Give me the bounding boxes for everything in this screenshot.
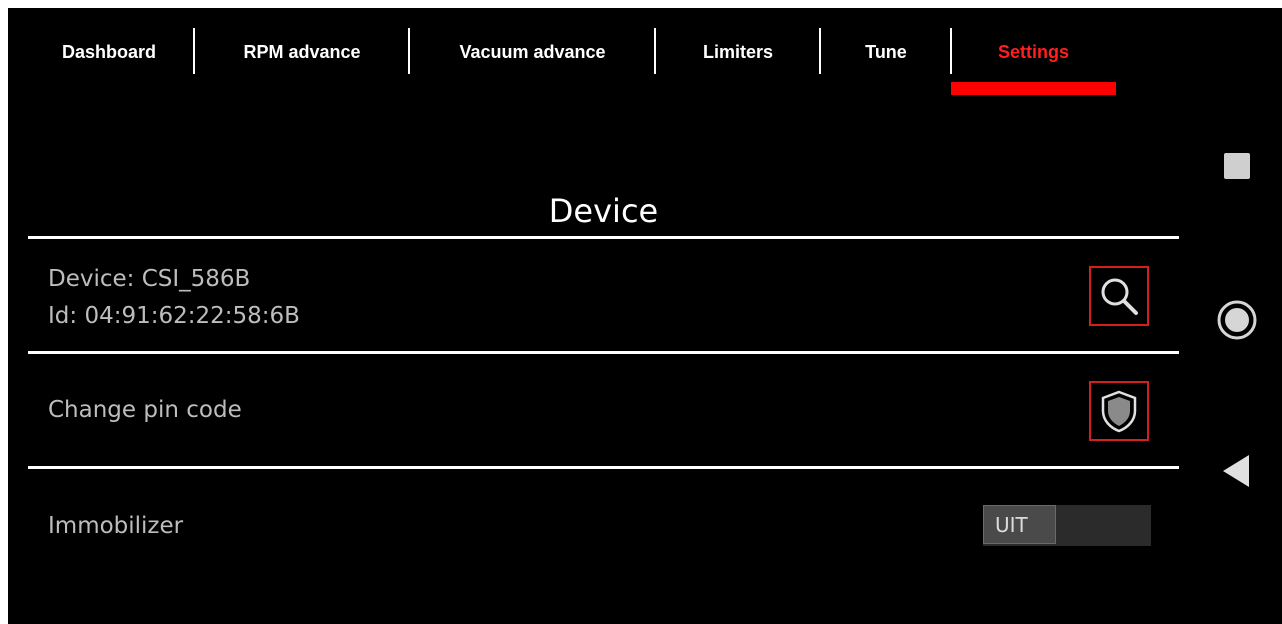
immobilizer-toggle[interactable]: UIT <box>983 505 1151 546</box>
app-screen: Dashboard RPM advance Vacuum advance Lim… <box>8 8 1282 624</box>
tab-separator <box>408 28 410 74</box>
tab-separator <box>950 28 952 74</box>
tab-separator <box>193 28 195 74</box>
square-icon <box>1224 153 1250 179</box>
device-name: Device: CSI_586B <box>48 266 251 292</box>
divider <box>28 236 1179 239</box>
home-button[interactable] <box>1217 300 1257 345</box>
change-pin-label: Change pin code <box>48 397 242 423</box>
tab-separator <box>819 28 821 74</box>
active-tab-indicator <box>951 82 1116 95</box>
search-device-button[interactable] <box>1089 266 1149 326</box>
tab-vacuum-advance[interactable]: Vacuum advance <box>411 8 654 96</box>
back-button[interactable] <box>1223 455 1249 492</box>
tab-tune[interactable]: Tune <box>822 8 950 96</box>
tab-dashboard[interactable]: Dashboard <box>28 8 190 96</box>
device-id: Id: 04:91:62:22:58:6B <box>48 303 300 329</box>
toggle-knob: UIT <box>983 505 1056 544</box>
divider <box>28 466 1179 469</box>
tab-separator <box>654 28 656 74</box>
search-icon <box>1101 278 1138 315</box>
tab-bar: Dashboard RPM advance Vacuum advance Lim… <box>8 8 1188 108</box>
system-nav-bar <box>1188 8 1282 624</box>
change-pin-button[interactable] <box>1089 381 1149 441</box>
recents-button[interactable] <box>1224 153 1250 184</box>
shield-icon <box>1101 390 1137 433</box>
section-title: Device <box>548 192 659 230</box>
divider <box>28 351 1179 354</box>
tab-limiters[interactable]: Limiters <box>657 8 819 96</box>
tab-rpm-advance[interactable]: RPM advance <box>196 8 408 96</box>
triangle-back-icon <box>1223 455 1249 487</box>
circle-icon <box>1217 300 1257 340</box>
immobilizer-label: Immobilizer <box>48 513 184 539</box>
